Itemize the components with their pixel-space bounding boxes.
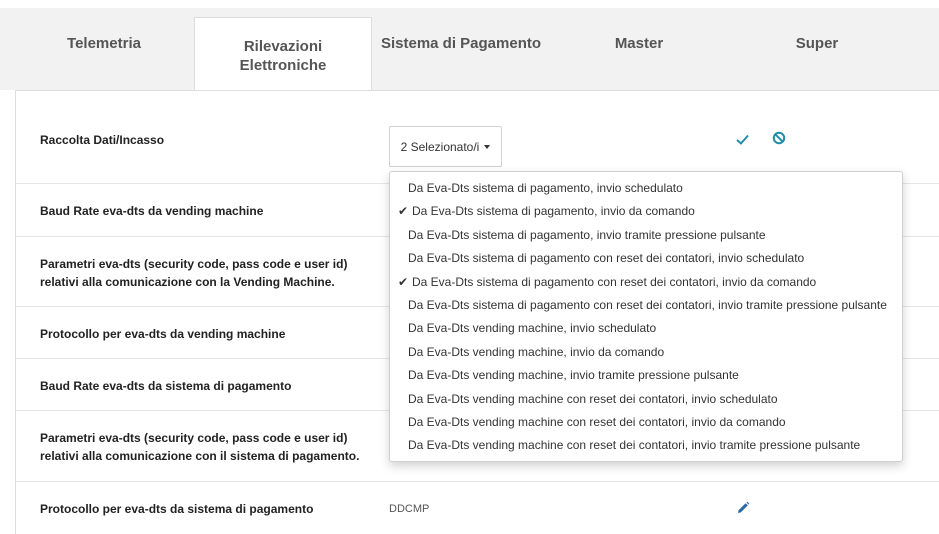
dropdown-option-label: Da Eva-Dts sistema di pagamento con rese… <box>408 297 887 312</box>
dropdown-option-label: Da Eva-Dts sistema di pagamento, invio d… <box>412 204 695 219</box>
multiselect-button[interactable]: 2 Selezionato/i <box>389 126 502 167</box>
dropdown-option[interactable]: Da Eva-Dts vending machine con reset dei… <box>390 411 902 434</box>
tab-super[interactable]: Super <box>728 8 906 90</box>
tab-label: Telemetria <box>67 35 141 52</box>
dropdown-option-label: Da Eva-Dts vending machine, invio da com… <box>408 344 665 359</box>
dropdown-option-label: Da Eva-Dts vending machine con reset dei… <box>408 414 786 429</box>
tab-rilevazioni-elettroniche[interactable]: Rilevazioni Elettroniche <box>194 17 372 99</box>
dropdown-option[interactable]: Da Eva-Dts vending machine con reset dei… <box>390 434 902 457</box>
dropdown-option-label: Da Eva-Dts sistema di pagamento, invio t… <box>408 227 766 242</box>
settings-row-raccolta-dati: Raccolta Dati/Incasso 2 Selezionato/i <box>16 90 939 184</box>
dropdown-option-label: Da Eva-Dts vending machine, invio schedu… <box>408 321 657 336</box>
row-label: Parametri eva-dts (security code, pass c… <box>40 431 360 463</box>
row-label: Baud Rate eva-dts da sistema di pagament… <box>40 379 292 393</box>
tab-master[interactable]: Master <box>550 8 728 90</box>
dropdown-option-label: Da Eva-Dts sistema di pagamento con rese… <box>408 251 805 266</box>
tab-label: Master <box>614 35 664 52</box>
tab-label: Sistema di Pagamento <box>380 35 542 52</box>
ban-icon[interactable] <box>772 131 786 150</box>
dropdown-option[interactable]: Da Eva-Dts sistema di pagamento con rese… <box>390 294 902 317</box>
dropdown-option[interactable]: Da Eva-Dts sistema di pagamento con rese… <box>390 247 902 270</box>
tab-telemetria[interactable]: Telemetria <box>14 8 194 90</box>
dropdown-option[interactable]: Da Eva-Dts vending machine, invio schedu… <box>390 317 902 340</box>
dropdown-option-label: Da Eva-Dts sistema di pagamento con rese… <box>412 274 817 289</box>
dropdown-option[interactable]: Da Eva-Dts vending machine, invio tramit… <box>390 364 902 387</box>
multiselect-label: 2 Selezionato/i <box>400 139 480 154</box>
tab-label: Super <box>795 35 839 52</box>
dropdown-option[interactable]: ✔ Da Eva-Dts sistema di pagamento, invio … <box>390 200 902 223</box>
row-value: DDCMP <box>389 503 430 515</box>
row-label: Raccolta Dati/Incasso <box>40 133 165 147</box>
check-icon[interactable] <box>736 132 749 150</box>
tab-sistema-di-pagamento[interactable]: Sistema di Pagamento <box>372 8 550 90</box>
multiselect-dropdown-menu: Da Eva-Dts sistema di pagamento, invio s… <box>389 171 903 462</box>
dropdown-option-label: Da Eva-Dts vending machine con reset dei… <box>408 391 778 406</box>
tab-bar: Telemetria Rilevazioni Elettroniche Sist… <box>0 8 939 99</box>
dropdown-option[interactable]: Da Eva-Dts sistema di pagamento, invio t… <box>390 224 902 247</box>
row-label: Protocollo per eva-dts da vending machin… <box>40 327 286 341</box>
tab-label: Rilevazioni Elettroniche <box>239 38 327 74</box>
checkmark-icon: ✔ <box>398 274 409 289</box>
row-label: Parametri eva-dts (security code, pass c… <box>40 257 348 289</box>
dropdown-option[interactable]: Da Eva-Dts sistema di pagamento, invio s… <box>390 177 902 200</box>
checkmark-icon: ✔ <box>398 204 409 219</box>
dropdown-option[interactable]: Da Eva-Dts vending machine, invio da com… <box>390 341 902 364</box>
caret-down-icon <box>484 144 491 149</box>
dropdown-option-label: Da Eva-Dts sistema di pagamento, invio s… <box>408 181 683 195</box>
row-label: Baud Rate eva-dts da vending machine <box>40 204 264 218</box>
dropdown-option[interactable]: Da Eva-Dts vending machine con reset dei… <box>390 388 902 411</box>
pencil-icon[interactable] <box>736 501 750 520</box>
dropdown-option[interactable]: ✔ Da Eva-Dts sistema di pagamento con res… <box>390 271 902 294</box>
dropdown-option-label: Da Eva-Dts vending machine con reset dei… <box>408 438 861 453</box>
settings-row-protocollo-sp: Protocollo per eva-dts da sistema di pag… <box>16 482 939 534</box>
dropdown-option-label: Da Eva-Dts vending machine, invio tramit… <box>408 368 739 383</box>
row-label: Protocollo per eva-dts da sistema di pag… <box>40 502 314 516</box>
